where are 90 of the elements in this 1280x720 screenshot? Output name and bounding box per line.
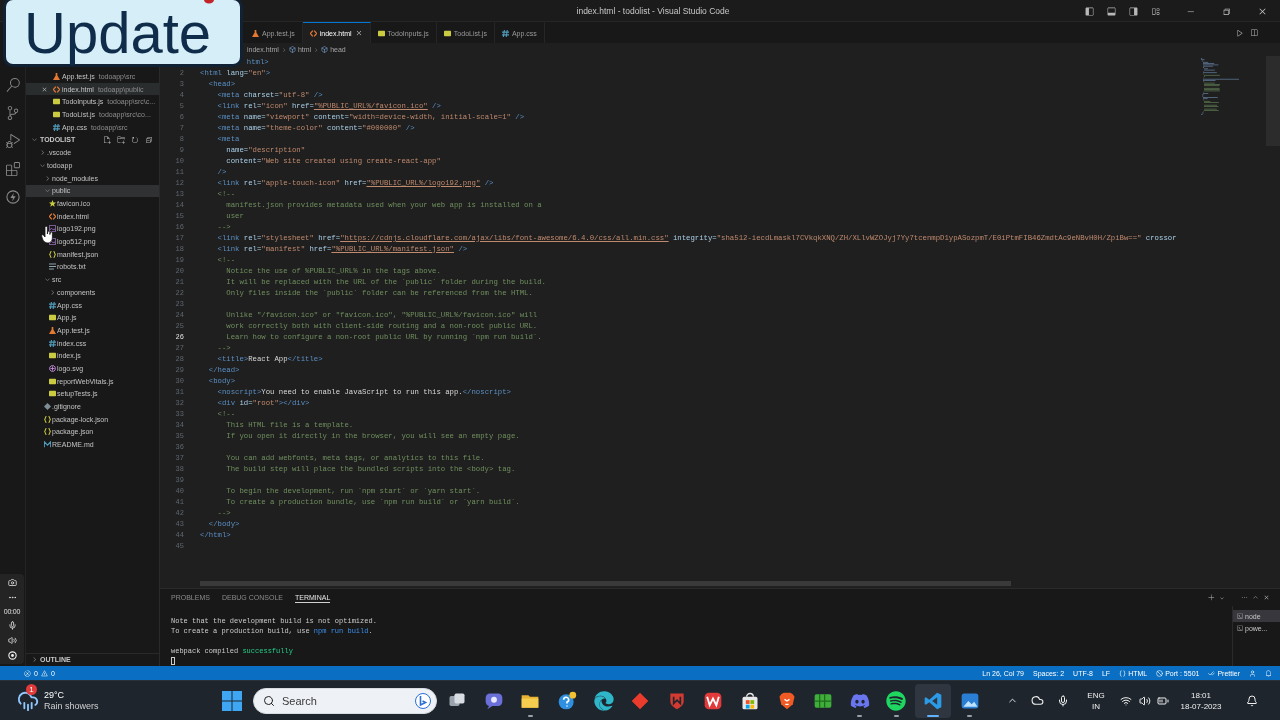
extensions-icon[interactable]: [5, 162, 20, 176]
braces-icon: [1119, 669, 1127, 677]
error-icon: [24, 669, 31, 677]
chevron-down-icon[interactable]: [1219, 594, 1225, 601]
file-icon: [49, 225, 56, 233]
clock-date[interactable]: 18-07-2023: [1180, 700, 1222, 712]
file-icon: [44, 415, 51, 423]
file-icon: [49, 352, 56, 360]
cube-icon: [321, 46, 329, 53]
file-icon: [49, 326, 56, 334]
store-bag-icon: [740, 690, 761, 711]
file-icon: [443, 29, 451, 37]
speaker-icon[interactable]: [1139, 694, 1151, 707]
blocked-circle-icon: [1156, 669, 1164, 677]
help-icon: [557, 690, 578, 711]
lightning-circle-icon[interactable]: [5, 190, 20, 204]
file-icon: [49, 250, 56, 258]
battery-icon[interactable]: [1157, 694, 1169, 707]
branch-icon[interactable]: [5, 106, 20, 120]
file-icon: [53, 72, 60, 80]
file-icon: [44, 428, 51, 436]
new-file-icon[interactable]: [103, 135, 111, 144]
layout-icon: [1150, 6, 1160, 16]
new-folder-icon[interactable]: [117, 135, 125, 144]
file-icon: [49, 364, 56, 372]
file-icon: [49, 263, 56, 271]
input-language[interactable]: ENG: [1087, 689, 1105, 701]
horizontal-scrollbar[interactable]: [200, 581, 1011, 586]
chevron-icon: [280, 46, 287, 53]
four-squares-icon: [222, 690, 242, 711]
restore-icon: [1221, 6, 1231, 16]
search-icon[interactable]: [5, 78, 20, 92]
notification-badge: 1: [26, 683, 37, 695]
window-title: index.html - todolist - Visual Studio Code: [576, 6, 730, 16]
file-icon: [49, 339, 56, 347]
file-icon: [309, 29, 317, 37]
warning-icon: [40, 669, 48, 677]
clock-time[interactable]: 18:01: [1191, 689, 1211, 701]
chevron-up-icon[interactable]: [1252, 594, 1259, 601]
terminal-icon: [1237, 625, 1243, 631]
weather-condition: Rain showers: [44, 701, 99, 711]
file-icon: [49, 238, 56, 246]
play-bug-icon[interactable]: [5, 134, 20, 148]
rain-cloud-icon: [17, 689, 39, 712]
file-icon: [501, 29, 509, 37]
diamond-icon: [630, 690, 651, 711]
camera-icon[interactable]: [7, 578, 17, 587]
code-editor-icon: [923, 690, 943, 711]
file-icon: [377, 29, 385, 37]
minimap: [1201, 58, 1241, 118]
chevron-icon: [313, 46, 320, 53]
close-icon[interactable]: [1263, 594, 1270, 601]
cube-icon: [288, 46, 296, 53]
double-check-icon: [1208, 669, 1216, 677]
temperature: 29°C: [44, 690, 66, 700]
terminal-icon: [1237, 613, 1243, 619]
collapse-all-icon[interactable]: [145, 135, 153, 144]
file-icon: [49, 200, 56, 208]
file-icon: [49, 212, 56, 220]
file-icon: [49, 301, 56, 309]
file-icon: [53, 123, 60, 131]
play-icon[interactable]: [1236, 28, 1244, 37]
ring-icon[interactable]: [7, 651, 17, 660]
search-field[interactable]: Search: [253, 687, 437, 714]
b-logo-icon: [415, 692, 431, 709]
microphone-icon[interactable]: [7, 621, 17, 630]
input-region[interactable]: IN: [1092, 700, 1100, 712]
close-icon[interactable]: [41, 85, 48, 93]
split-editor-icon[interactable]: [1250, 28, 1258, 37]
search-icon: [263, 694, 275, 707]
speaker-icon[interactable]: [7, 636, 17, 645]
document-app-icon: [703, 690, 724, 711]
add-icon[interactable]: [1208, 594, 1215, 601]
wifi-icon[interactable]: [1120, 694, 1132, 707]
file-icon: [53, 85, 60, 93]
music-app-icon: [886, 690, 907, 711]
browser-icon: [593, 690, 614, 711]
more-icon[interactable]: [7, 593, 17, 602]
microphone-icon[interactable]: [1057, 694, 1069, 707]
file-icon: [49, 314, 56, 322]
chevron-icon: [31, 136, 38, 144]
hand-cursor-icon: [41, 226, 54, 244]
close-icon: [1257, 6, 1267, 16]
file-icon: [252, 29, 259, 37]
bell-icon[interactable]: [1246, 694, 1258, 707]
refresh-icon[interactable]: [131, 135, 139, 144]
person-icon[interactable]: [1249, 669, 1256, 677]
cloud-icon[interactable]: [1030, 694, 1044, 707]
file-icon: [44, 441, 51, 449]
close-icon[interactable]: [354, 29, 363, 37]
